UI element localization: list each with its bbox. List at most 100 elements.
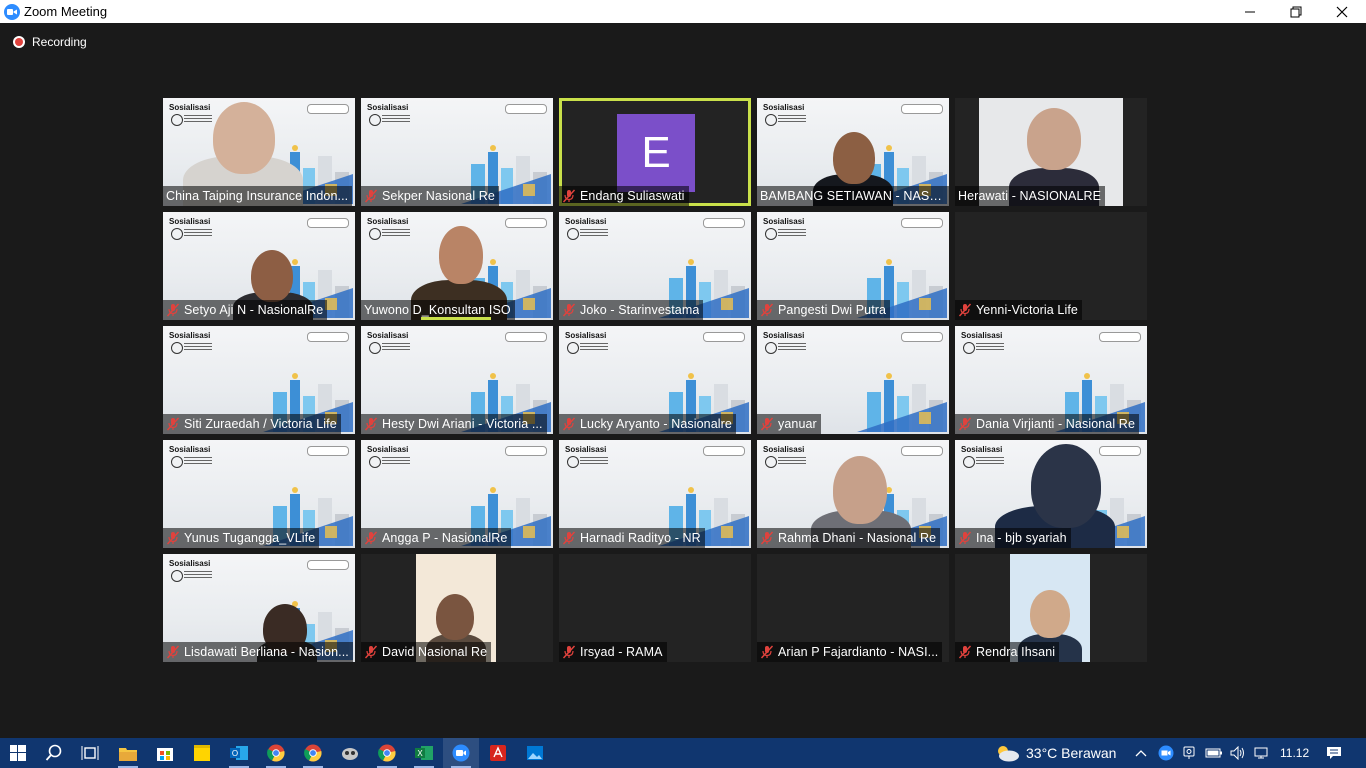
participant-name-label: Sekper Nasional Re: [361, 186, 499, 206]
participant-tile[interactable]: Arian P Fajardianto - NASI...: [757, 554, 949, 662]
participant-tile[interactable]: Rendra Ihsani: [955, 554, 1147, 662]
clock[interactable]: 11.12: [1280, 738, 1309, 768]
participant-name-label: Rendra Ihsani: [955, 642, 1060, 662]
slide-subtitle-lines: [778, 229, 806, 237]
participant-tile[interactable]: Sosialisasi yanuar: [757, 326, 949, 434]
record-icon: [13, 36, 25, 48]
action-center[interactable]: [1318, 738, 1350, 768]
participant-name: Lucky Aryanto - Nasionalre: [580, 417, 732, 431]
slide-logo: [765, 342, 777, 354]
volume-icon: [1230, 746, 1244, 760]
slide-brand-logo: [901, 332, 943, 342]
restore-icon: [1290, 6, 1302, 17]
start-button[interactable]: [0, 738, 36, 768]
muted-mic-icon: [562, 303, 576, 317]
tray-zoom[interactable]: [1154, 738, 1178, 768]
slide-brand-logo: [703, 332, 745, 342]
muted-mic-icon: [562, 417, 576, 431]
participant-tile[interactable]: E Endang Suliaswati: [559, 98, 751, 206]
app-icon: [342, 748, 358, 760]
svg-text:X: X: [417, 749, 423, 758]
participant-name-label: Arian P Fajardianto - NASI...: [757, 642, 943, 662]
slide-brand-logo: [307, 332, 349, 342]
person-face: [251, 250, 293, 302]
participant-name: Rahma Dhani - Nasional Re: [778, 531, 937, 545]
slide-subtitle-lines: [184, 343, 212, 351]
participant-tile[interactable]: Sosialisasi Angga P - NasionalRe: [361, 440, 553, 548]
outlook-icon: O: [230, 746, 248, 760]
participant-tile[interactable]: Sosialisasi Hesty Dwi Ariani - Victoria .…: [361, 326, 553, 434]
participant-tile[interactable]: Sosialisasi Rahma Dhani - Nasional Re: [757, 440, 949, 548]
taskbar-app[interactable]: [332, 738, 368, 768]
tray-volume[interactable]: [1226, 738, 1250, 768]
participant-name-label: Yenni-Victoria Life: [955, 300, 1082, 320]
participant-name: Angga P - NasionalRe: [382, 531, 508, 545]
taskbar-outlook[interactable]: O: [221, 738, 257, 768]
weather-widget[interactable]: [990, 738, 1024, 768]
participant-tile[interactable]: Sosialisasi Joko - Starinvestama: [559, 212, 751, 320]
tray-battery[interactable]: [1202, 738, 1226, 768]
restore-button[interactable]: [1273, 0, 1319, 23]
slide-subtitle-lines: [778, 343, 806, 351]
taskbar-store[interactable]: [147, 738, 183, 768]
task-view-button[interactable]: [72, 738, 108, 768]
participant-tile[interactable]: Sosialisasi Dania Virjianti - Nasional Re: [955, 326, 1147, 434]
battery-icon: [1205, 748, 1222, 758]
participant-name-label: Dania Virjianti - Nasional Re: [955, 414, 1139, 434]
participant-tile[interactable]: Sosialisasi Sekper Nasional Re: [361, 98, 553, 206]
tray-network[interactable]: [1250, 738, 1274, 768]
slide-title: Sosialisasi: [763, 217, 805, 226]
participant-tile[interactable]: Yenni-Victoria Life: [955, 212, 1147, 320]
participant-tile[interactable]: Sosialisasi Ina - bjb syariah: [955, 440, 1147, 548]
slide-logo: [567, 342, 579, 354]
task-view-icon: [81, 746, 99, 760]
taskbar-acrobat[interactable]: [480, 738, 516, 768]
taskbar-photos[interactable]: [517, 738, 553, 768]
show-hidden-icons[interactable]: [1130, 738, 1152, 768]
taskbar-excel[interactable]: X: [406, 738, 442, 768]
taskbar-chrome-3[interactable]: [369, 738, 405, 768]
search-button[interactable]: [36, 738, 72, 768]
slide-title: Sosialisasi: [565, 331, 607, 340]
participant-name: Lisdawati Berliana - Nasion...: [184, 645, 349, 659]
participant-name: Yuwono D_Konsultan ISO: [364, 303, 511, 317]
close-button[interactable]: [1319, 0, 1365, 23]
participant-tile[interactable]: Sosialisasi Lucky Aryanto - Nasionalre: [559, 326, 751, 434]
participant-tile[interactable]: Herawati - NASIONALRE: [955, 98, 1147, 206]
participant-tile[interactable]: David Nasional Re: [361, 554, 553, 662]
participant-tile[interactable]: Sosialisasi Yuwono D_Konsultan ISO: [361, 212, 553, 320]
participant-tile[interactable]: Irsyad - RAMA: [559, 554, 751, 662]
muted-mic-icon: [364, 189, 378, 203]
taskbar-zoom[interactable]: [443, 738, 479, 768]
tray-camera[interactable]: [1178, 738, 1202, 768]
slide-brand-logo: [505, 446, 547, 456]
recording-indicator[interactable]: Recording: [13, 35, 87, 49]
taskbar-chrome-2[interactable]: [295, 738, 331, 768]
participant-name: Rendra Ihsani: [976, 645, 1056, 659]
participant-tile[interactable]: Sosialisasi Setyo Aji N - NasionalRe: [163, 212, 355, 320]
participant-tile[interactable]: Sosialisasi China Taiping Insurance Indon…: [163, 98, 355, 206]
taskbar-file-explorer[interactable]: [110, 738, 146, 768]
participant-tile[interactable]: Sosialisasi BAMBANG SETIAWAN - NASIO...: [757, 98, 949, 206]
muted-mic-icon: [562, 645, 576, 659]
participant-tile[interactable]: Sosialisasi Harnadi Radityo - NR: [559, 440, 751, 548]
participant-tile[interactable]: Sosialisasi Yunus Tugangga_VLife: [163, 440, 355, 548]
participant-name-label: David Nasional Re: [361, 642, 492, 662]
person-face: [833, 132, 875, 184]
participant-name: BAMBANG SETIAWAN - NASIO...: [760, 189, 945, 203]
weather-text[interactable]: 33°C Berawan: [1026, 738, 1116, 768]
taskbar-chrome-1[interactable]: [258, 738, 294, 768]
participant-name-label: Herawati - NASIONALRE: [955, 186, 1106, 206]
participant-tile[interactable]: Sosialisasi Pangesti Dwi Putra: [757, 212, 949, 320]
participant-tile[interactable]: Sosialisasi Lisdawati Berliana - Nasion..…: [163, 554, 355, 662]
participant-tile[interactable]: Sosialisasi Siti Zuraedah / Victoria Life: [163, 326, 355, 434]
person-face: [833, 456, 887, 524]
taskbar-sticky-notes[interactable]: [184, 738, 220, 768]
minimize-button[interactable]: [1227, 0, 1273, 23]
muted-mic-icon: [364, 531, 378, 545]
sticky-notes-icon: [194, 745, 210, 761]
recording-label: Recording: [32, 35, 87, 49]
slide-subtitle-lines: [382, 115, 410, 123]
participant-name: Dania Virjianti - Nasional Re: [976, 417, 1135, 431]
slide-subtitle-lines: [382, 457, 410, 465]
